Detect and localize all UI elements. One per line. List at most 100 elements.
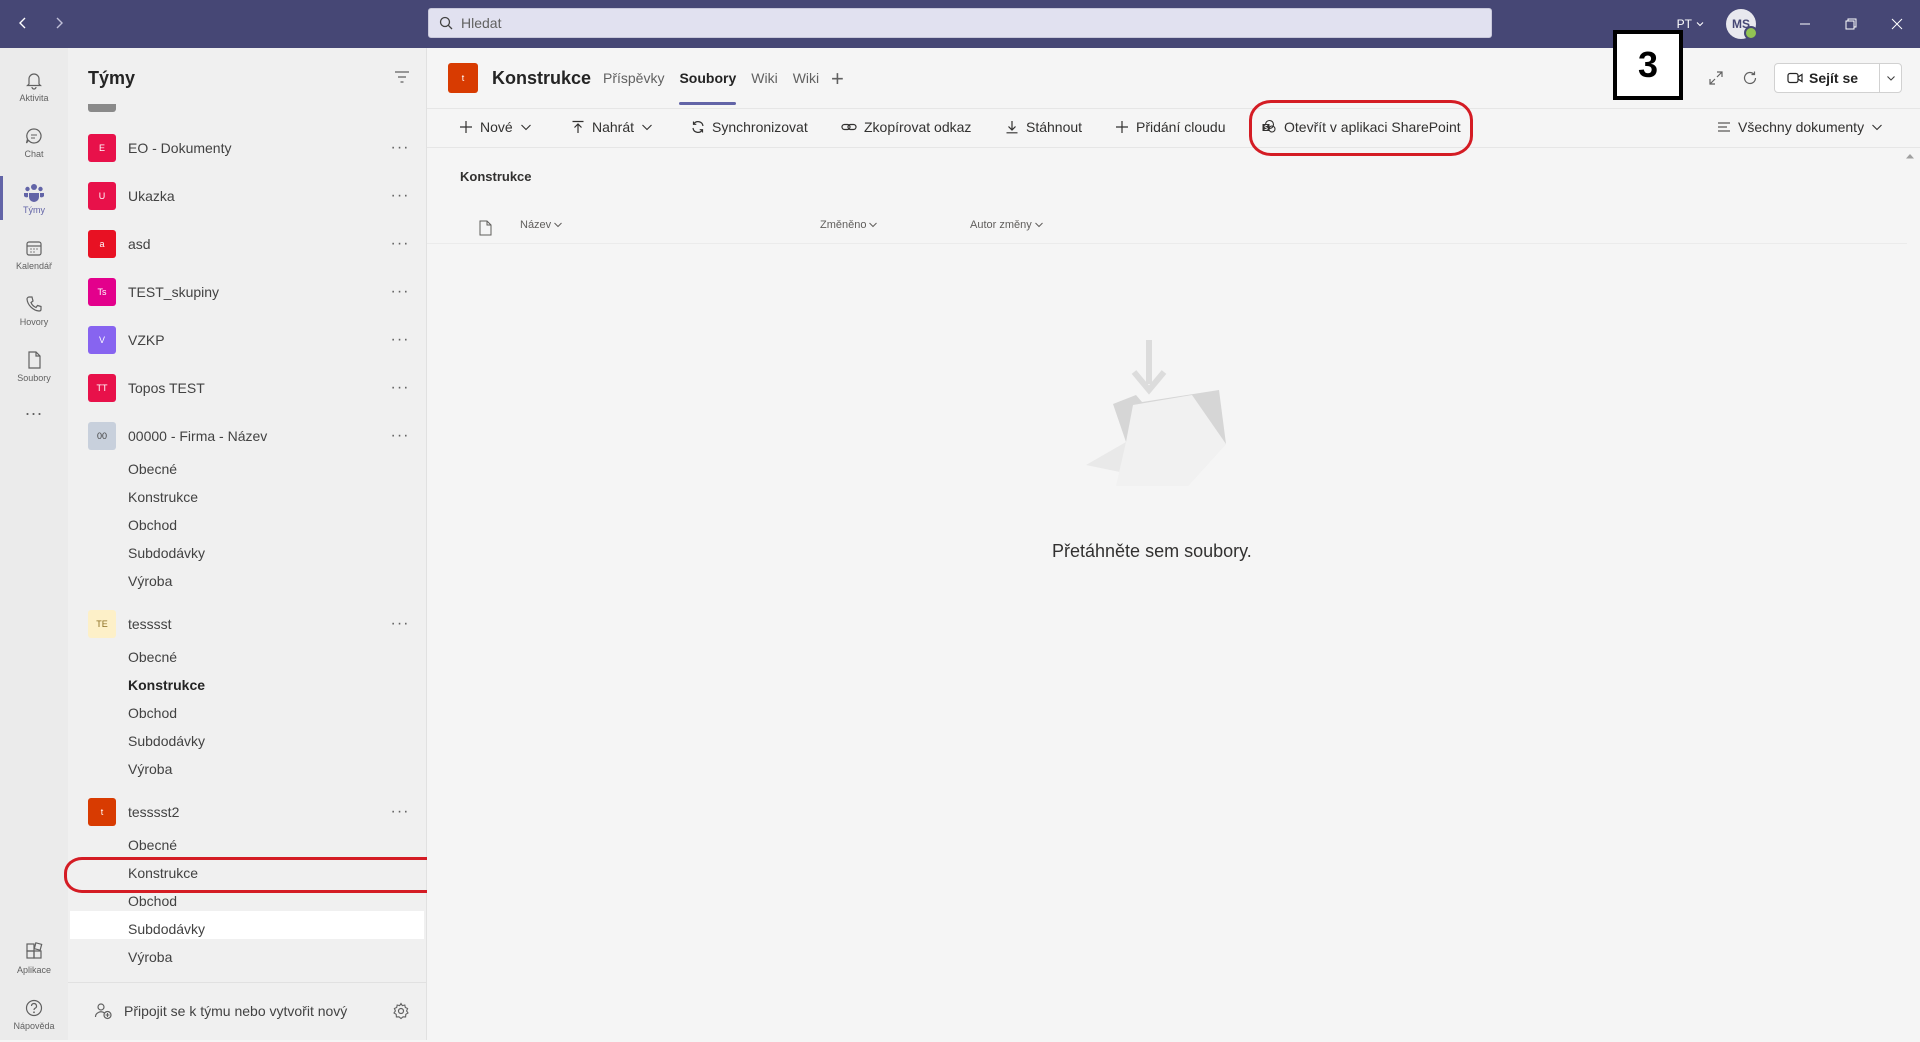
channel-item[interactable]: Obchod bbox=[128, 517, 177, 533]
channel-header: t Konstrukce Příspěvky Soubory Wiki Wiki… bbox=[427, 30, 1920, 108]
view-selector[interactable]: Všechny dokumenty bbox=[1717, 119, 1883, 135]
add-tab-button[interactable]: + bbox=[831, 66, 844, 92]
tab-files[interactable]: Soubory bbox=[679, 70, 736, 105]
tab-wiki[interactable]: Wiki bbox=[751, 70, 777, 86]
file-icon bbox=[28, 350, 41, 369]
more-options-icon[interactable]: ··· bbox=[390, 235, 410, 253]
sync-button[interactable]: Synchronizovat bbox=[691, 119, 808, 135]
team-row[interactable]: t tesssst2 ··· bbox=[68, 792, 426, 832]
meet-dropdown[interactable] bbox=[1880, 73, 1901, 83]
minimize-icon bbox=[1800, 23, 1810, 25]
rail-item-calendar[interactable]: Kalendář bbox=[0, 226, 68, 282]
refresh-icon[interactable] bbox=[1742, 70, 1758, 86]
minimize-button[interactable] bbox=[1782, 0, 1828, 48]
search-box[interactable] bbox=[428, 8, 1492, 38]
more-options-icon[interactable]: ··· bbox=[390, 427, 410, 445]
download-button[interactable]: Stáhnout bbox=[1005, 119, 1082, 135]
channel-item[interactable]: Obchod bbox=[128, 705, 177, 721]
channel-item[interactable]: Konstrukce bbox=[128, 677, 205, 693]
rail-more-button[interactable]: ... bbox=[0, 394, 68, 424]
copy-link-button[interactable]: Zkopírovat odkaz bbox=[841, 119, 971, 135]
join-team-label: Připojit se k týmu nebo vytvořit nový bbox=[124, 1003, 348, 1019]
rail-item-calls[interactable]: Hovory bbox=[0, 282, 68, 338]
back-arrow-icon[interactable] bbox=[12, 12, 34, 34]
channel-item[interactable]: Obchod bbox=[128, 893, 177, 909]
filter-icon[interactable] bbox=[394, 70, 410, 84]
team-name: tesssst bbox=[128, 616, 172, 632]
column-header-modified-by[interactable]: Autor změny bbox=[970, 219, 1044, 231]
column-header-modified[interactable]: Změněno bbox=[820, 219, 878, 231]
link-icon bbox=[841, 123, 857, 131]
rail-item-files[interactable]: Soubory bbox=[0, 338, 68, 394]
plus-icon bbox=[1116, 121, 1128, 133]
plus-icon bbox=[460, 121, 472, 133]
more-options-icon[interactable]: ··· bbox=[390, 331, 410, 349]
command-bar: Nové Nahrát Synchronizovat Zkopírovat od… bbox=[427, 108, 1920, 148]
team-row[interactable]: V VZKP ··· bbox=[68, 320, 426, 360]
gear-icon[interactable] bbox=[392, 1002, 410, 1020]
channel-item[interactable]: Obecné bbox=[128, 649, 177, 665]
team-tile: TT bbox=[88, 374, 116, 402]
team-tile: U bbox=[88, 182, 116, 210]
team-row[interactable]: U Ukazka ··· bbox=[68, 176, 426, 216]
search-input[interactable] bbox=[459, 14, 1363, 32]
empty-folder-illustration bbox=[1076, 340, 1236, 490]
column-header-name[interactable]: Název bbox=[520, 219, 563, 231]
team-row[interactable]: E EO - Dokumenty ··· bbox=[68, 128, 426, 168]
rail-item-help[interactable]: Nápověda bbox=[0, 986, 68, 1042]
more-options-icon[interactable]: ··· bbox=[390, 283, 410, 301]
meet-now-button[interactable]: Sejít se bbox=[1774, 63, 1902, 93]
more-options-icon[interactable]: ··· bbox=[390, 615, 410, 633]
open-sharepoint-button[interactable]: Otevřít v aplikaci SharePoint bbox=[1261, 119, 1461, 135]
team-tile: t bbox=[88, 798, 116, 826]
channel-item[interactable]: Subdodávky bbox=[128, 921, 205, 937]
upload-button[interactable]: Nahrát bbox=[571, 119, 653, 135]
more-options-icon[interactable]: ··· bbox=[390, 379, 410, 397]
scroll-up-icon[interactable] bbox=[1905, 152, 1915, 160]
more-options-icon[interactable]: ··· bbox=[390, 187, 410, 205]
team-row[interactable]: 00 00000 - Firma - Název ··· bbox=[68, 416, 426, 456]
team-row[interactable]: TE tesssst ··· bbox=[68, 604, 426, 644]
rail-item-chat[interactable]: Chat bbox=[0, 114, 68, 170]
join-create-team[interactable]: Připojit se k týmu nebo vytvořit nový bbox=[68, 982, 426, 1041]
avatar[interactable]: MS bbox=[1726, 9, 1758, 40]
rail-label: Aplikace bbox=[16, 964, 52, 975]
org-switcher[interactable]: PT bbox=[1677, 17, 1704, 31]
rail-item-apps[interactable]: Aplikace bbox=[0, 930, 68, 986]
tab-posts[interactable]: Příspěvky bbox=[603, 70, 664, 86]
expand-icon[interactable] bbox=[1708, 70, 1724, 86]
team-row[interactable]: a asd ··· bbox=[68, 224, 426, 264]
meet-label: Sejít se bbox=[1809, 70, 1859, 86]
tab-wiki-2[interactable]: Wiki bbox=[793, 70, 819, 86]
new-button[interactable]: Nové bbox=[459, 119, 532, 135]
channel-item[interactable]: Obecné bbox=[128, 461, 177, 477]
close-button[interactable] bbox=[1874, 0, 1920, 48]
meet-main[interactable]: Sejít se bbox=[1775, 70, 1879, 86]
more-options-icon[interactable]: ··· bbox=[390, 803, 410, 821]
team-name: VZKP bbox=[128, 332, 165, 348]
channel-item[interactable]: Subdodávky bbox=[128, 545, 205, 561]
team-row[interactable]: Ts TEST_skupiny ··· bbox=[68, 272, 426, 312]
team-row[interactable]: TT Topos TEST ··· bbox=[68, 368, 426, 408]
channel-item-selected[interactable]: Konstrukce bbox=[128, 865, 198, 881]
channel-item[interactable]: Výroba bbox=[128, 761, 172, 777]
breadcrumb[interactable]: Konstrukce bbox=[460, 169, 532, 184]
add-cloud-button[interactable]: Přidání cloudu bbox=[1115, 119, 1226, 135]
channel-item[interactable]: Výroba bbox=[128, 573, 172, 589]
channel-item[interactable]: Výroba bbox=[128, 949, 172, 965]
search-icon bbox=[439, 16, 453, 30]
restore-button[interactable] bbox=[1828, 0, 1874, 48]
empty-message: Přetáhněte sem soubory. bbox=[1052, 541, 1252, 561]
channel-item[interactable]: Obecné bbox=[128, 837, 177, 853]
team-tile: Ts bbox=[88, 278, 116, 306]
rail-item-teams[interactable]: Týmy bbox=[0, 170, 68, 226]
close-icon bbox=[1891, 18, 1903, 30]
rail-label: Chat bbox=[24, 148, 44, 159]
rail-item-activity[interactable]: Aktivita bbox=[0, 58, 68, 114]
presence-available-icon bbox=[1744, 26, 1758, 40]
channel-item[interactable]: Konstrukce bbox=[128, 489, 198, 505]
more-options-icon[interactable]: ··· bbox=[390, 139, 410, 157]
forward-arrow-icon[interactable] bbox=[48, 12, 70, 34]
channel-item[interactable]: Subdodávky bbox=[128, 733, 205, 749]
channel-title: Konstrukce bbox=[492, 68, 592, 88]
